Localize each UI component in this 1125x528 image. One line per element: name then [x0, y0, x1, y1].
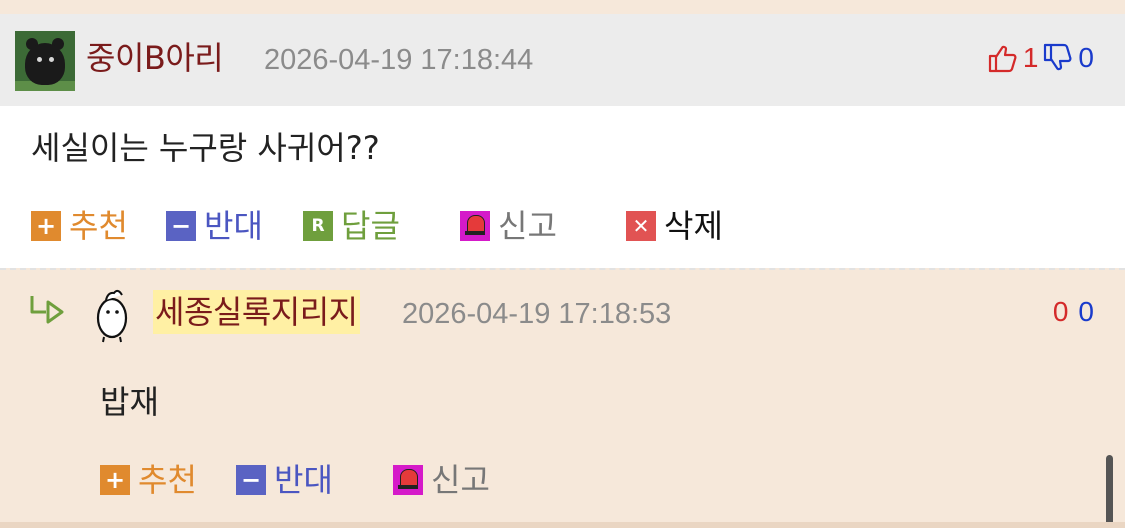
comment-text: 세실이는 누구랑 사귀어??: [31, 129, 380, 167]
avatar[interactable]: [15, 31, 75, 91]
delete-label: 삭제: [664, 207, 723, 245]
reply-upvote-count[interactable]: 0: [1053, 290, 1069, 334]
recommend-label: 추천: [138, 461, 197, 499]
comment-timestamp: 2026-04-19 17:18:44: [264, 44, 534, 76]
alarm-bell-icon: [460, 211, 490, 241]
delete-button[interactable]: ✕ 삭제: [626, 204, 723, 248]
comment-votes: 1 0: [987, 36, 1094, 80]
reply-nickname[interactable]: 세종실록지리지: [153, 290, 360, 334]
comment-upvote-count: 1: [1022, 42, 1039, 73]
reply-downvote-count[interactable]: 0: [1078, 290, 1094, 334]
reply-votes: 0 0: [1053, 290, 1094, 334]
recommend-button[interactable]: + 추천: [31, 204, 128, 248]
comment-header: 중이B아리 2026-04-19 17:18:44 1 0: [0, 14, 1125, 106]
recommend-label: 추천: [69, 207, 128, 245]
oppose-label: 반대: [274, 461, 333, 499]
minus-icon: −: [166, 211, 196, 241]
comment-body: 세실이는 누구랑 사귀어?? + 추천 − 반대 R 답글 신고 ✕ 삭제: [0, 106, 1125, 268]
report-label: 신고: [431, 461, 490, 499]
reply-label: 답글: [341, 207, 400, 245]
report-button[interactable]: 신고: [460, 204, 557, 248]
thumbs-up-icon[interactable]: [987, 42, 1019, 74]
reply-arrow-icon: [30, 296, 64, 324]
top-strip: [0, 0, 1125, 14]
reply-button[interactable]: R 답글: [303, 204, 400, 248]
thumbs-down-icon[interactable]: [1042, 42, 1074, 74]
reply-oppose-button[interactable]: − 반대: [236, 458, 333, 502]
reply-timestamp: 2026-04-19 17:18:53: [402, 298, 672, 330]
comment-nickname[interactable]: 중이B아리: [86, 36, 224, 80]
reply-recommend-button[interactable]: + 추천: [100, 458, 197, 502]
alarm-bell-icon: [393, 465, 423, 495]
oppose-label: 반대: [204, 207, 263, 245]
plus-icon: +: [100, 465, 130, 495]
oppose-button[interactable]: − 반대: [166, 204, 263, 248]
reply-icon: R: [303, 211, 333, 241]
comment-downvote-count: 0: [1078, 42, 1094, 73]
bottom-border: [0, 522, 1125, 528]
report-label: 신고: [498, 207, 557, 245]
minus-icon: −: [236, 465, 266, 495]
close-icon: ✕: [626, 211, 656, 241]
reply-text: 밥재: [100, 383, 159, 421]
scrollbar[interactable]: [1106, 455, 1113, 528]
plus-icon: +: [31, 211, 61, 241]
divider: [0, 268, 1125, 270]
reply-report-button[interactable]: 신고: [393, 458, 490, 502]
avatar[interactable]: [92, 288, 132, 344]
